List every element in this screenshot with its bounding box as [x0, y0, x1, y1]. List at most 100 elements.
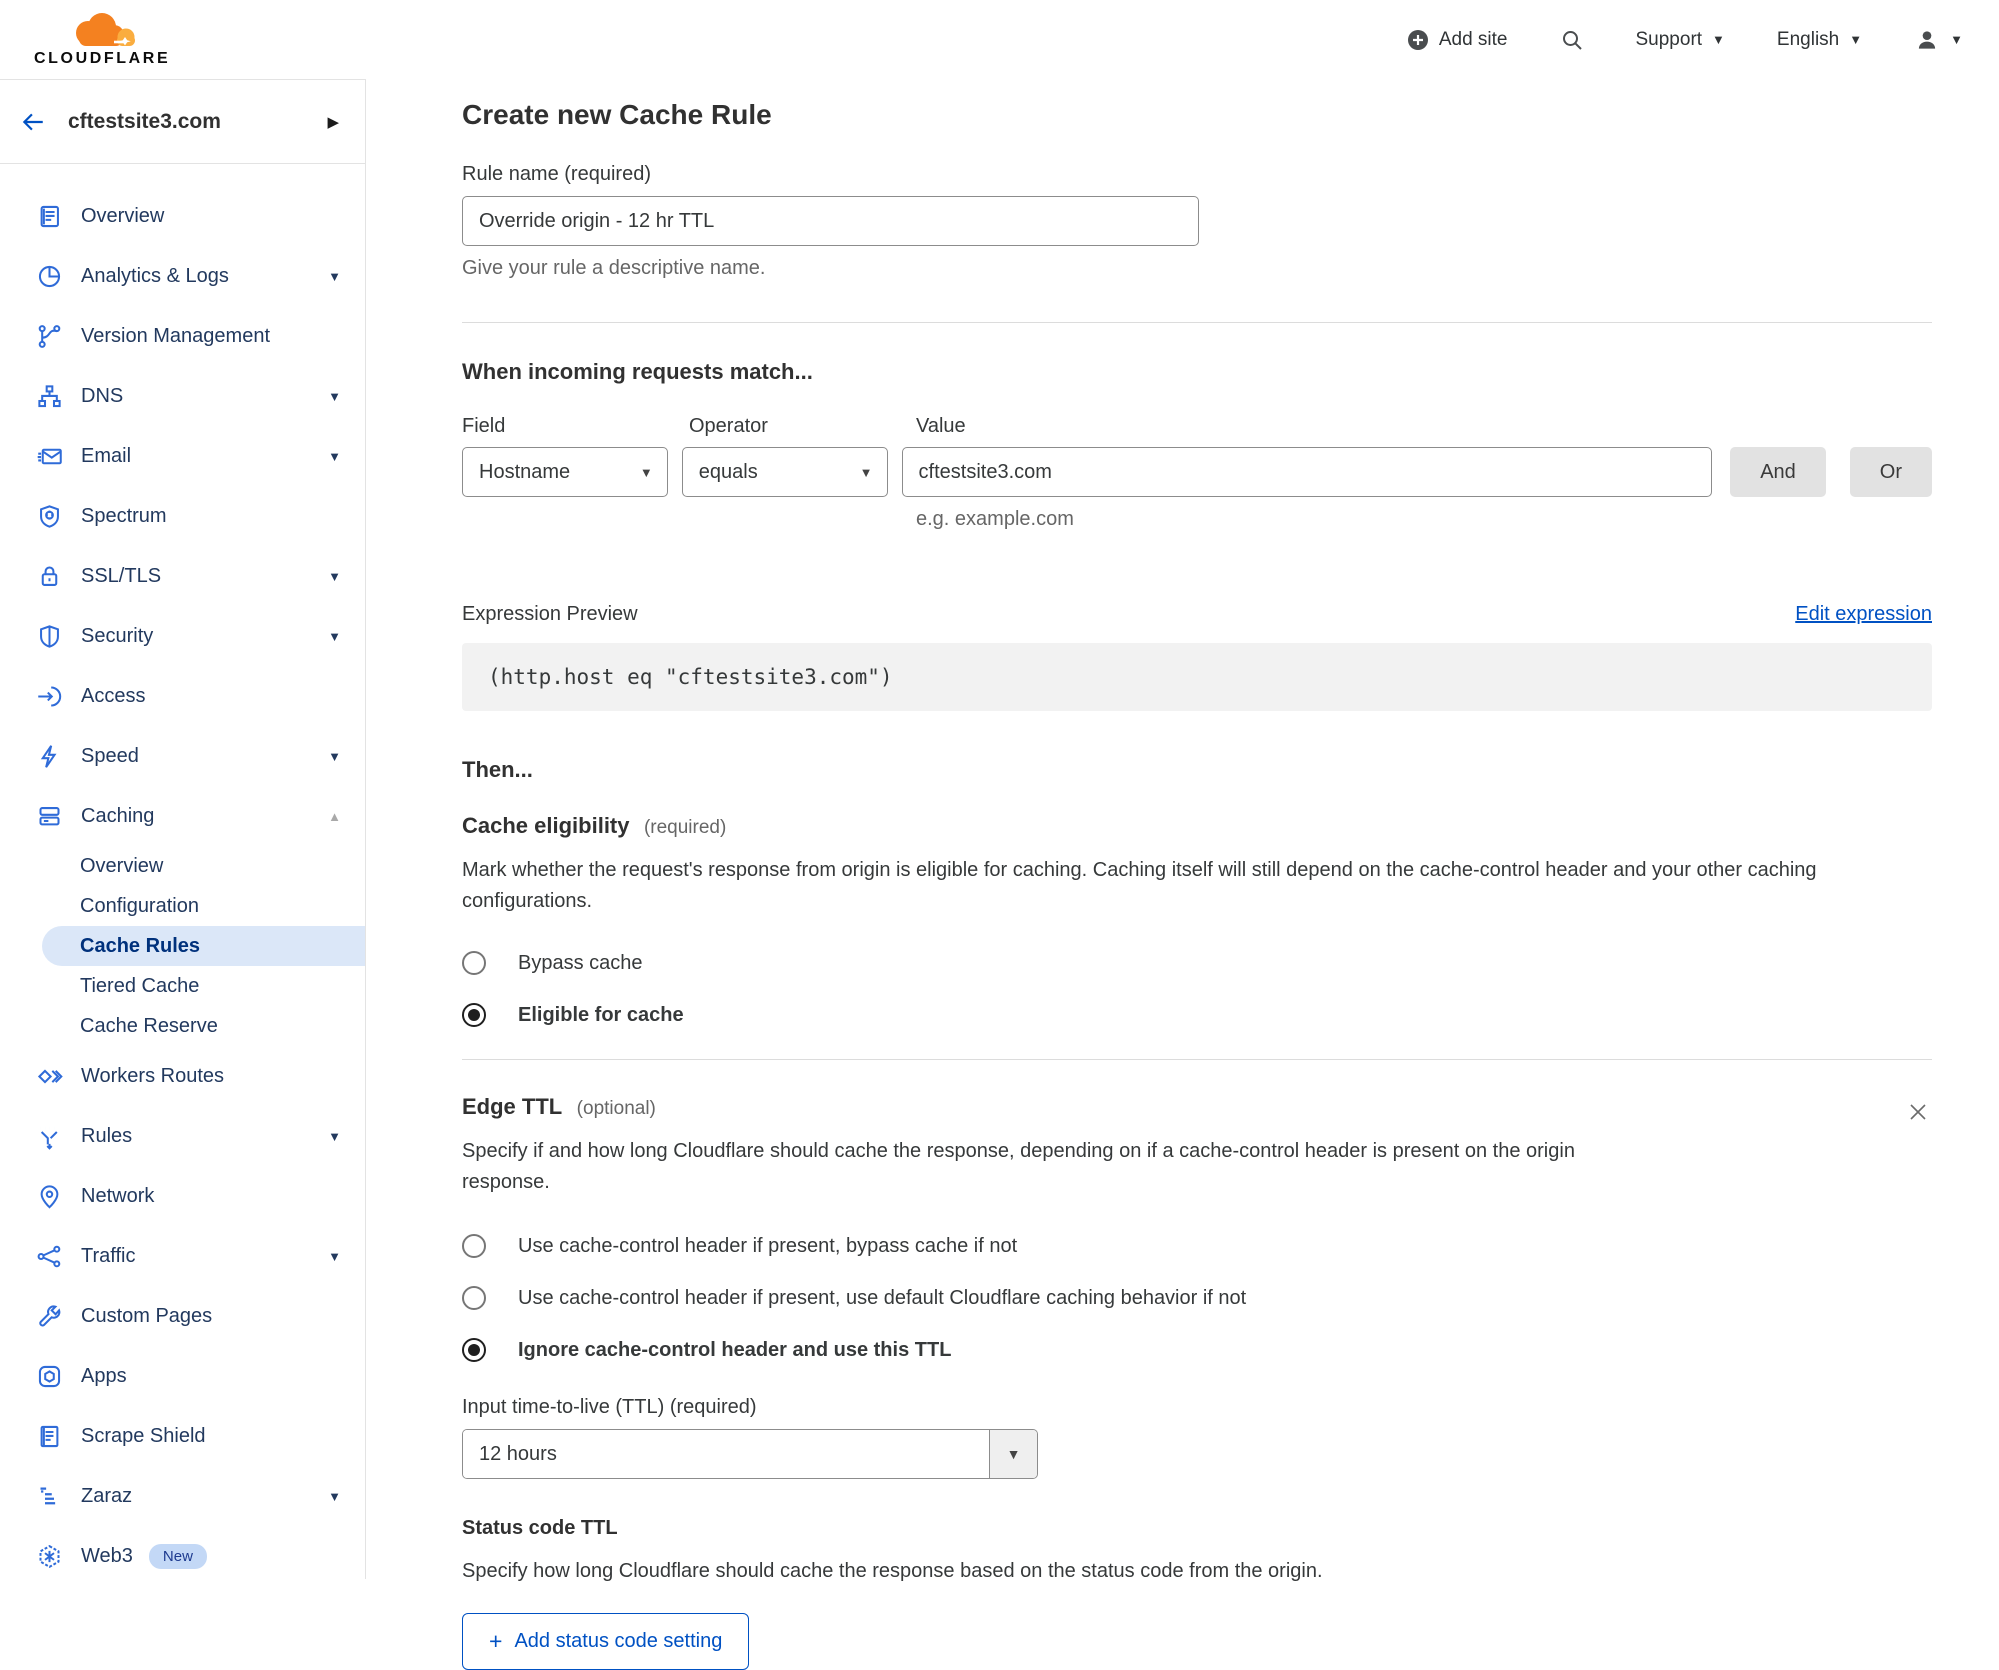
sidebar-item-apps[interactable]: Apps — [0, 1346, 365, 1406]
sidebar-subitem-tiered-cache[interactable]: Tiered Cache — [0, 966, 365, 1006]
sidebar-item-spectrum[interactable]: Spectrum — [0, 486, 365, 546]
sidebar-item-zaraz[interactable]: Zaraz ▼ — [0, 1466, 365, 1526]
lightning-icon — [36, 743, 63, 770]
chevron-down-icon: ▼ — [328, 449, 341, 464]
edit-expression-link[interactable]: Edit expression — [1795, 603, 1932, 626]
user-icon — [1914, 27, 1940, 53]
add-site-button[interactable]: Add site — [1407, 29, 1508, 51]
code-brackets-icon — [36, 1063, 63, 1090]
sidebar-item-email[interactable]: Email ▼ — [0, 426, 365, 486]
sitemap-icon — [36, 383, 63, 410]
cache-eligibility-heading: Cache eligibility — [462, 813, 630, 838]
expression-code: (http.host eq "cftestsite3.com") — [462, 643, 1932, 711]
subitem-label: Tiered Cache — [80, 975, 199, 998]
add-status-code-setting-label: Add status code setting — [514, 1630, 722, 1653]
edge-ttl-option-2-radio[interactable] — [462, 1286, 486, 1310]
sidebar-subitem-caching-overview[interactable]: Overview — [0, 846, 365, 886]
sidebar-item-label: Zaraz — [81, 1485, 132, 1508]
sidebar-item-traffic[interactable]: Traffic ▼ — [0, 1226, 365, 1286]
value-help: e.g. example.com — [916, 508, 1932, 531]
sidebar-item-version-management[interactable]: Version Management — [0, 306, 365, 366]
login-arrow-icon — [36, 683, 63, 710]
edge-ttl-description: Specify if and how long Cloudflare shoul… — [462, 1136, 1652, 1198]
sidebar-item-label: Apps — [81, 1365, 127, 1388]
sidebar-item-speed[interactable]: Speed ▼ — [0, 726, 365, 786]
back-arrow-icon[interactable] — [20, 109, 46, 135]
search-icon — [1560, 28, 1584, 52]
app-box-icon — [36, 1363, 63, 1390]
sidebar-item-label: DNS — [81, 385, 123, 408]
sidebar-item-security[interactable]: Security ▼ — [0, 606, 365, 666]
subitem-label: Cache Rules — [80, 935, 200, 958]
chevron-right-icon[interactable]: ▶ — [327, 113, 339, 131]
sidebar-item-overview[interactable]: Overview — [0, 186, 365, 246]
and-button[interactable]: And — [1730, 447, 1826, 497]
chevron-down-icon[interactable]: ▼ — [989, 1430, 1037, 1478]
sidebar-item-label: Overview — [81, 205, 164, 228]
add-status-code-setting-button[interactable]: + Add status code setting — [462, 1613, 749, 1670]
sidebar-item-label: Version Management — [81, 325, 270, 348]
sidebar-item-network[interactable]: Network — [0, 1166, 365, 1226]
chevron-down-icon: ▼ — [1849, 33, 1862, 46]
sidebar-item-label: Email — [81, 445, 131, 468]
account-menu[interactable]: ▼ — [1914, 27, 1963, 53]
operator-select[interactable]: equals ▼ — [682, 447, 888, 497]
search-button[interactable] — [1560, 28, 1584, 52]
document-icon — [36, 1423, 63, 1450]
chevron-down-icon: ▼ — [860, 466, 873, 479]
site-selector[interactable]: cftestsite3.com ▶ — [0, 80, 365, 164]
sidebar-item-scrape-shield[interactable]: Scrape Shield — [0, 1406, 365, 1466]
value-input[interactable] — [902, 447, 1713, 497]
eligible-for-cache-radio[interactable] — [462, 1003, 486, 1027]
sidebar-item-access[interactable]: Access — [0, 666, 365, 726]
sidebar-item-label: SSL/TLS — [81, 565, 161, 588]
operator-label: Operator — [689, 415, 902, 438]
share-network-icon — [36, 1243, 63, 1270]
sidebar-nav: Overview Analytics & Logs ▼ Version Mana… — [0, 164, 365, 1579]
sidebar-subitem-configuration[interactable]: Configuration — [0, 886, 365, 926]
subitem-label: Configuration — [80, 895, 199, 918]
cloudflare-logo[interactable]: CLOUDFLARE — [34, 12, 170, 68]
shield-icon — [36, 623, 63, 650]
language-menu[interactable]: English ▼ — [1777, 29, 1862, 51]
sidebar-item-rules[interactable]: Rules ▼ — [0, 1106, 365, 1166]
chevron-down-icon: ▼ — [328, 1489, 341, 1504]
sidebar-item-label: Traffic — [81, 1245, 135, 1268]
edge-ttl-heading: Edge TTL — [462, 1094, 562, 1119]
support-label: Support — [1636, 29, 1703, 51]
bypass-cache-label: Bypass cache — [518, 952, 643, 975]
envelope-icon — [36, 443, 63, 470]
chevron-up-icon: ▲ — [328, 809, 341, 824]
sidebar-item-ssl-tls[interactable]: SSL/TLS ▼ — [0, 546, 365, 606]
field-select[interactable]: Hostname ▼ — [462, 447, 668, 497]
close-edge-ttl-button[interactable] — [1906, 1100, 1930, 1129]
sidebar-item-label: Web3 — [81, 1545, 133, 1568]
cloudflare-wordmark: CLOUDFLARE — [34, 50, 170, 68]
sidebar-subitem-cache-reserve[interactable]: Cache Reserve — [0, 1006, 365, 1046]
cache-eligibility-description: Mark whether the request's response from… — [462, 855, 1932, 917]
operator-select-value: equals — [699, 461, 758, 484]
support-menu[interactable]: Support ▼ — [1636, 29, 1725, 51]
lock-icon — [36, 563, 63, 590]
sidebar-item-web3[interactable]: Web3 New — [0, 1526, 365, 1579]
language-label: English — [1777, 29, 1839, 51]
sidebar-item-caching[interactable]: Caching ▲ — [0, 786, 365, 846]
sidebar-item-analytics-logs[interactable]: Analytics & Logs ▼ — [0, 246, 365, 306]
expression-preview-label: Expression Preview — [462, 603, 638, 626]
chevron-down-icon: ▼ — [640, 466, 653, 479]
edge-ttl-option-1-radio[interactable] — [462, 1234, 486, 1258]
sidebar-subitem-cache-rules[interactable]: Cache Rules — [42, 926, 365, 966]
sidebar-item-workers-routes[interactable]: Workers Routes — [0, 1046, 365, 1106]
sidebar-item-custom-pages[interactable]: Custom Pages — [0, 1286, 365, 1346]
sidebar-item-label: Access — [81, 685, 145, 708]
new-badge: New — [149, 1544, 207, 1569]
edge-ttl-option-3-radio[interactable] — [462, 1338, 486, 1362]
map-pin-icon — [36, 1183, 63, 1210]
or-button[interactable]: Or — [1850, 447, 1932, 497]
bypass-cache-radio[interactable] — [462, 951, 486, 975]
sidebar-item-dns[interactable]: DNS ▼ — [0, 366, 365, 426]
rule-name-input[interactable] — [462, 196, 1199, 246]
ttl-select[interactable]: 12 hours ▼ — [462, 1429, 1038, 1479]
then-heading: Then... — [462, 757, 1932, 783]
zaraz-bars-icon — [36, 1483, 63, 1510]
